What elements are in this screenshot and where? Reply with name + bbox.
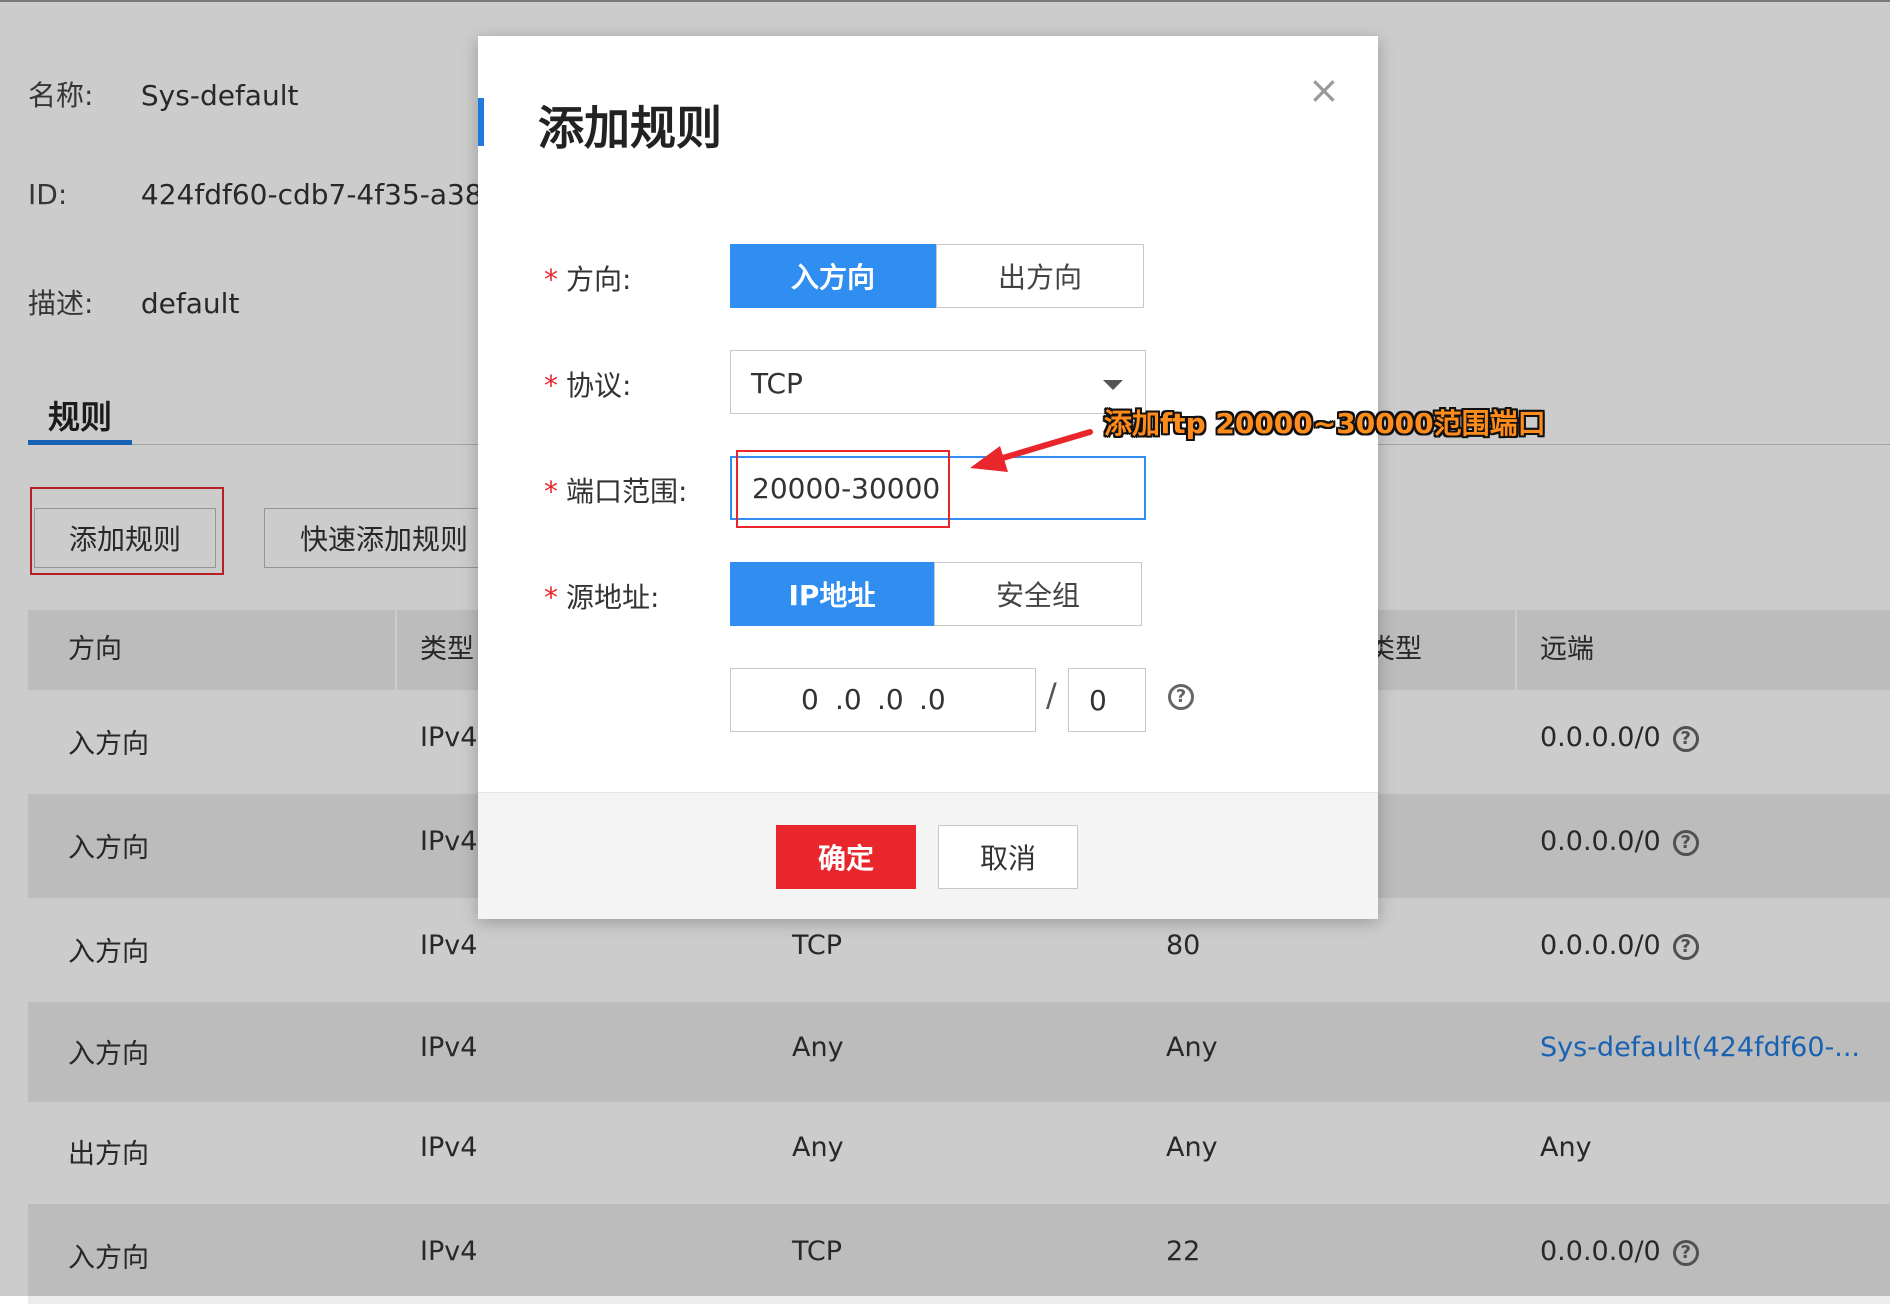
ip-octet: .0 [877,683,904,716]
ip-octet: 0 [801,683,819,716]
cancel-button[interactable]: 取消 [938,825,1078,889]
direction-label-text: 方向: [566,263,632,296]
title-accent-bar [478,98,484,146]
ip-mask-input[interactable] [1068,668,1146,732]
required-mark: * [544,475,558,508]
close-icon[interactable]: × [1308,68,1340,112]
ip-mask-separator: / [1046,676,1057,714]
chevron-down-icon [1103,380,1123,390]
required-mark: * [544,369,558,402]
confirm-button[interactable]: 确定 [776,825,916,889]
direction-out-button[interactable]: 出方向 [936,244,1144,308]
annotation-arrow-icon [970,429,1093,472]
dialog-title: 添加规则 [538,101,722,155]
required-mark: * [544,263,558,296]
direction-in-button[interactable]: 入方向 [730,244,936,308]
source-label-text: 源地址: [566,581,660,614]
ip-octet: .0 [919,683,946,716]
required-mark: * [544,581,558,614]
dialog-footer: 确定 取消 [478,792,1378,919]
ip-address-input[interactable]: 0 .0 .0 .0 [730,668,1036,732]
protocol-select[interactable]: TCP [730,350,1146,414]
add-rule-dialog: 添加规则 × *方向: 入方向 出方向 *协议: TCP *端口范围: *源地址… [478,36,1378,919]
protocol-label-text: 协议: [566,369,632,402]
port-range-label: * 端口范围: [544,470,687,510]
source-ip-button[interactable]: IP地址 [730,562,934,626]
source-label: * 源地址: [544,576,659,616]
source-security-group-button[interactable]: 安全组 [934,562,1142,626]
protocol-select-value: TCP [751,367,803,400]
help-icon[interactable]: ? [1168,684,1194,710]
port-range-label-text: 端口范围: [566,475,688,508]
direction-label: * 方向: [544,258,631,298]
security-group-page: 名称: Sys-default ID: 424fdf60-cdb7-4f35-a… [0,0,1890,1304]
protocol-label: * 协议: [544,364,631,404]
annotation-text: 添加ftp 20000~30000范围端口 [1104,407,1546,440]
ip-octet: .0 [835,683,862,716]
port-highlight-box [736,450,950,528]
